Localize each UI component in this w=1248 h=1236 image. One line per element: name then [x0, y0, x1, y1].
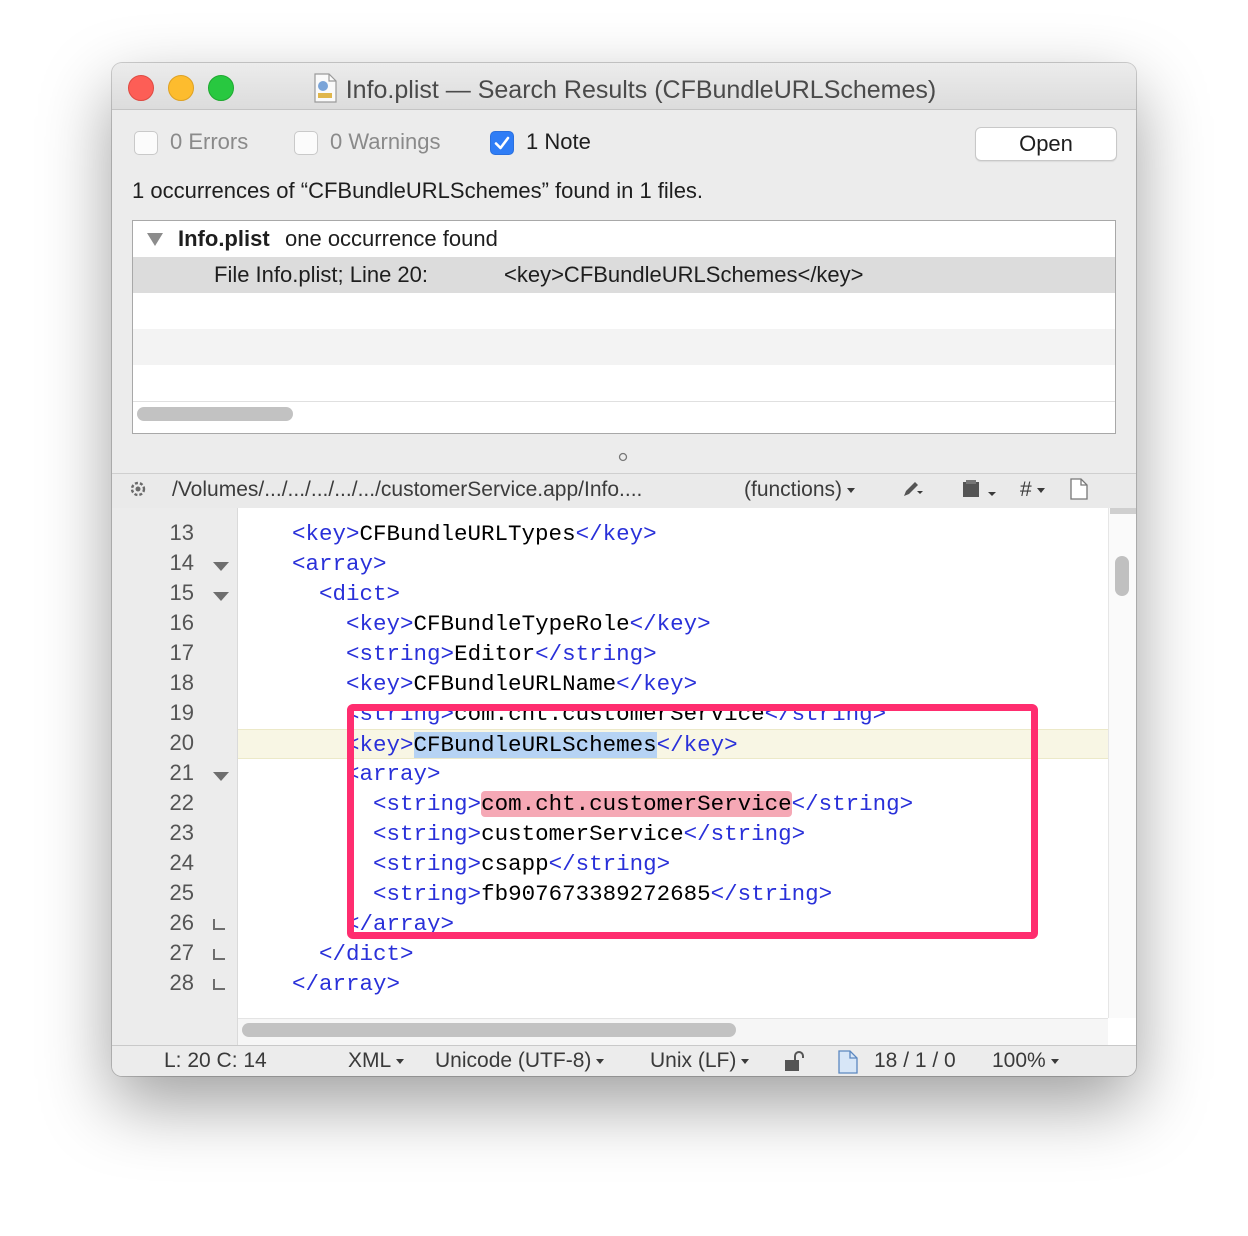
- errors-label: 0 Errors: [170, 129, 249, 154]
- zoom-label: 100%: [992, 1049, 1046, 1072]
- search-results-window: Info.plist — Search Results (CFBundleURL…: [112, 63, 1136, 1076]
- code-line[interactable]: <array>: [238, 549, 1108, 579]
- window-title: Info.plist — Search Results (CFBundleURL…: [112, 73, 1136, 105]
- title-bar: Info.plist — Search Results (CFBundleURL…: [112, 63, 1136, 110]
- zoom-popup[interactable]: 100%: [992, 1049, 1059, 1073]
- language-label: XML: [348, 1049, 392, 1072]
- result-hit-row[interactable]: File Info.plist; Line 20: <key>CFBundleU…: [133, 257, 1115, 293]
- line-number: 19: [169, 700, 194, 725]
- document-stats-icon: [838, 1050, 858, 1076]
- document-icon[interactable]: [1070, 478, 1088, 506]
- window-title-text: Info.plist — Search Results (CFBundleURL…: [345, 76, 937, 104]
- horizontal-scrollbar-thumb[interactable]: [242, 1023, 736, 1037]
- results-horizontal-scrollbar[interactable]: [137, 407, 293, 421]
- line-number: 25: [169, 880, 194, 905]
- code-line[interactable]: <key>CFBundleURLTypes</key>: [238, 519, 1108, 549]
- result-file-row[interactable]: Info.plist one occurrence found: [133, 221, 1115, 257]
- result-file-name: Info.plist: [178, 226, 270, 251]
- gear-icon[interactable]: [128, 479, 148, 505]
- empty-row: [133, 329, 1115, 365]
- fold-end-icon[interactable]: [213, 949, 225, 960]
- line-number: 27: [169, 940, 194, 965]
- code-line[interactable]: <dict>: [238, 579, 1108, 609]
- fold-end-icon[interactable]: [213, 979, 225, 990]
- functions-label: (functions): [744, 478, 843, 501]
- encoding-popup[interactable]: Unicode (UTF-8): [435, 1049, 605, 1073]
- line-number: 18: [169, 670, 194, 695]
- pencil-icon[interactable]: [902, 480, 924, 504]
- code-line[interactable]: </array>: [238, 969, 1108, 999]
- line-endings-popup[interactable]: Unix (LF): [650, 1049, 750, 1073]
- line-number: 14: [169, 550, 194, 575]
- cursor-position: L: 20 C: 14: [164, 1049, 267, 1072]
- results-list[interactable]: Info.plist one occurrence found File Inf…: [132, 220, 1116, 434]
- line-endings-label: Unix (LF): [650, 1049, 737, 1072]
- file-path-popup[interactable]: /Volumes/.../.../.../.../.../customerSer…: [172, 478, 642, 502]
- line-number: 16: [169, 610, 194, 635]
- clipboard-icon[interactable]: [962, 480, 1000, 506]
- plist-document-icon: [312, 73, 338, 103]
- annotation-highlight-box: [347, 704, 1038, 939]
- warnings-label: 0 Warnings: [330, 129, 441, 154]
- status-bar: L: 20 C: 14 XML Unicode (UTF-8) Unix (LF…: [112, 1045, 1136, 1076]
- disclosure-triangle-icon[interactable]: [147, 233, 163, 246]
- code-line[interactable]: <key>CFBundleURLName</key>: [238, 669, 1108, 699]
- language-popup[interactable]: XML: [348, 1049, 405, 1073]
- line-number: 26: [169, 910, 194, 935]
- notes-label: 1 Note: [526, 129, 591, 154]
- result-hit-location: File Info.plist; Line 20:: [214, 262, 429, 287]
- line-number: 15: [169, 580, 194, 605]
- code-line[interactable]: <key>CFBundleTypeRole</key>: [238, 609, 1108, 639]
- splitter-handle-icon[interactable]: [618, 452, 628, 462]
- lock-icon[interactable]: [783, 1050, 805, 1076]
- result-file-desc: one occurrence found: [285, 226, 498, 251]
- line-number: 13: [169, 520, 194, 545]
- code-line[interactable]: <string>Editor</string>: [238, 639, 1108, 669]
- code-line[interactable]: </dict>: [238, 939, 1108, 969]
- fold-open-icon[interactable]: [213, 562, 229, 571]
- navigation-bar: /Volumes/.../.../.../.../.../customerSer…: [112, 473, 1136, 509]
- split-view-bar[interactable]: [1110, 508, 1136, 514]
- functions-popup[interactable]: (functions): [744, 478, 856, 502]
- notes-checkbox[interactable]: [490, 131, 514, 155]
- line-number: 28: [169, 970, 194, 995]
- vertical-scrollbar-thumb[interactable]: [1115, 556, 1129, 596]
- line-number: 22: [169, 790, 194, 815]
- line-number: 21: [169, 760, 194, 785]
- line-number: 23: [169, 820, 194, 845]
- document-counts[interactable]: 18 / 1 / 0: [874, 1049, 956, 1073]
- result-hit-code: <key>CFBundleURLSchemes</key>: [504, 262, 864, 287]
- search-summary: 1 occurrences of “CFBundleURLSchemes” fo…: [132, 178, 704, 203]
- line-number: 24: [169, 850, 194, 875]
- hash-icon[interactable]: #: [1020, 478, 1045, 502]
- checkmark-icon: [494, 136, 510, 150]
- divider: [133, 401, 1115, 402]
- encoding-label: Unicode (UTF-8): [435, 1049, 592, 1072]
- line-number: 20: [169, 730, 194, 755]
- line-number-gutter: 13 14 15 16 17 18 19 20 21 22 23 24 25 2…: [112, 508, 238, 1045]
- open-button[interactable]: Open: [975, 127, 1117, 161]
- line-number: 17: [169, 640, 194, 665]
- fold-end-icon[interactable]: [213, 919, 225, 930]
- fold-open-icon[interactable]: [213, 592, 229, 601]
- warnings-checkbox[interactable]: [294, 131, 318, 155]
- errors-checkbox[interactable]: [134, 131, 158, 155]
- fold-open-icon[interactable]: [213, 772, 229, 781]
